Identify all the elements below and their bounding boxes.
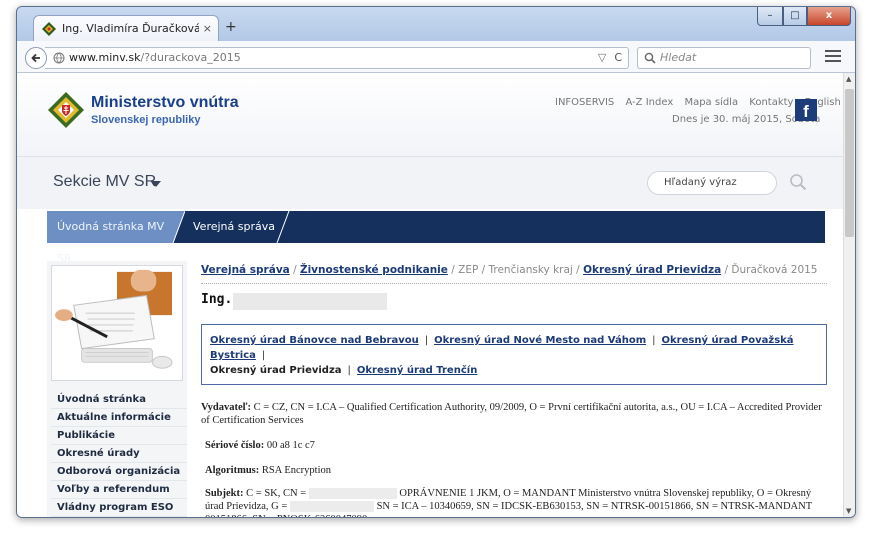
browser-tab[interactable]: Ing. Vladimíra Ďuračková, ... × — [33, 15, 219, 41]
redacted-g — [289, 501, 374, 513]
url-domain: www.minv.sk — [69, 51, 141, 64]
sidebar-menu: Úvodná stránka Aktuálne informácie Publi… — [51, 391, 187, 517]
vydavatel-field: Vydavateľ: C = CZ, CN = I.CA – Qualified… — [201, 401, 827, 427]
subjekt-part1: C = SK, CN = — [246, 488, 307, 499]
browser-window: Ing. Vladimíra Ďuračková, ... × + – □ x … — [16, 6, 856, 518]
main-content: Verejná správa / Živnostenské podnikanie… — [201, 261, 827, 517]
redacted-cn — [308, 488, 397, 500]
globe-icon — [53, 52, 65, 64]
breadcrumb-verejna-sprava[interactable]: Verejná správa — [201, 264, 290, 276]
office-current: Okresný úrad Prievidza — [210, 365, 342, 376]
navigation-bar: www.minv.sk/?durackova_2015 ▽ C Hledat — [17, 41, 855, 73]
sidebar-item-publikacie[interactable]: Publikácie — [51, 427, 187, 445]
breadcrumb-ou-prievidza[interactable]: Okresný úrad Prievidza — [583, 264, 721, 276]
redacted-name — [233, 293, 387, 310]
sidebar-item-aktualne-informacie[interactable]: Aktuálne informácie — [51, 409, 187, 427]
subjekt-field: Subjekt: C = SK, CN = OPRÁVNENIE 1 JKM, … — [201, 487, 827, 517]
close-window-button[interactable]: x — [807, 7, 851, 26]
nav-separator-icon — [276, 211, 290, 243]
sidebar-item-okresne-urady[interactable]: Okresné úrady — [51, 445, 187, 463]
seriove-label: Sériové číslo: — [205, 440, 265, 451]
office-link-nove-mesto[interactable]: Okresný úrad Nové Mesto nad Váhom — [434, 335, 646, 346]
url-right-controls: ▽ C — [598, 48, 622, 68]
page-title: Ing. — [201, 292, 827, 310]
nav-separator-icon — [165, 211, 185, 243]
sidebar-item-volby[interactable]: Voľby a referendum — [51, 481, 187, 499]
subjekt-label: Subjekt: — [205, 488, 244, 499]
name-prefix: Ing. — [201, 292, 233, 307]
ministry-subtitle: Slovenskej republiky — [91, 114, 201, 126]
url-bar[interactable]: www.minv.sk/?durackova_2015 ▽ C — [45, 47, 629, 69]
office-link-trencin[interactable]: Okresný úrad Trenčín — [357, 365, 477, 376]
breadcrumb-zep: ZEP — [458, 264, 479, 276]
breadcrumb: Verejná správa / Živnostenské podnikanie… — [201, 264, 818, 276]
vydavatel-label: Vydavateľ: — [201, 402, 252, 413]
link-mapa-sidla[interactable]: Mapa sídla — [684, 97, 738, 108]
window-controls: – □ x — [757, 7, 851, 26]
page-scrollbar[interactable]: ▲ ▼ — [843, 73, 855, 517]
browser-search-placeholder: Hledat — [660, 51, 697, 64]
facebook-icon[interactable]: f — [795, 99, 817, 121]
menu-icon[interactable] — [825, 50, 841, 64]
minimize-button[interactable]: – — [757, 7, 783, 26]
scroll-down-icon[interactable]: ▼ — [846, 507, 851, 515]
site-search-input[interactable]: Hľadaný výraz — [647, 171, 777, 195]
sidebar: Úvodná stránka Aktuálne informácie Publi… — [47, 261, 187, 517]
ministry-title: Ministerstvo vnútra — [91, 94, 239, 111]
vydavatel-value: C = CZ, CN = I.CA – Qualified Certificat… — [201, 402, 822, 426]
scrollbar-thumb[interactable] — [845, 89, 854, 237]
tab-close-icon[interactable]: × — [203, 22, 212, 35]
url-dropdown-icon[interactable]: ▽ — [598, 51, 606, 64]
browser-search-box[interactable]: Hledat — [637, 47, 811, 69]
seriove-field: Sériové číslo: 00 a8 1c c7 — [201, 439, 827, 452]
sidebar-item-vladny-program[interactable]: Vládny program ESO — [51, 499, 187, 517]
caret-down-icon[interactable] — [151, 181, 161, 187]
tab-strip: Ing. Vladimíra Ďuračková, ... × + – □ x — [17, 7, 855, 41]
office-link-banovce[interactable]: Okresný úrad Bánovce nad Bebravou — [210, 335, 419, 346]
url-path: /?durackova_2015 — [140, 51, 241, 64]
breadcrumb-zivnostenske[interactable]: Živnostenské podnikanie — [300, 264, 448, 276]
divider — [201, 283, 827, 284]
main-nav: Úvodná stránka MV SR Verejná správa — [47, 211, 825, 265]
maximize-button[interactable]: □ — [783, 7, 807, 26]
back-button[interactable] — [25, 47, 47, 69]
search-icon — [644, 52, 656, 64]
new-tab-button[interactable]: + — [225, 19, 237, 35]
ministry-logo[interactable] — [47, 91, 85, 129]
algoritmus-value: RSA Encryption — [261, 465, 332, 476]
sekcie-bar: Sekcie MV SR Hľadaný výraz — [17, 157, 843, 209]
sidebar-item-uvodna-stranka[interactable]: Úvodná stránka — [51, 391, 187, 409]
site-header: Ministerstvo vnútra Slovenskej republiky… — [17, 73, 843, 157]
magnifier-icon[interactable] — [789, 173, 807, 191]
tab-verejna-sprava[interactable]: Verejná správa — [193, 211, 275, 243]
page-viewport: Ministerstvo vnútra Slovenskej republiky… — [17, 73, 843, 517]
tab-title: Ing. Vladimíra Ďuračková, ... — [62, 22, 199, 35]
breadcrumb-current: Ďuračková 2015 — [731, 264, 818, 276]
reload-icon[interactable]: C — [614, 51, 622, 64]
sekcie-dropdown[interactable]: Sekcie MV SR — [53, 173, 156, 191]
link-kontakty[interactable]: Kontakty — [749, 97, 793, 108]
offices-box: Okresný úrad Bánovce nad Bebravou | Okresn… — [201, 324, 827, 385]
seriove-value: 00 a8 1c c7 — [266, 440, 315, 451]
breadcrumb-kraj: Trenčiansky kraj — [488, 264, 573, 276]
scroll-up-icon[interactable]: ▲ — [846, 75, 851, 83]
coat-of-arms-icon — [42, 21, 56, 36]
algoritmus-label: Algoritmus: — [205, 465, 260, 476]
algoritmus-field: Algoritmus: RSA Encryption — [201, 464, 827, 477]
back-arrow-icon — [31, 53, 40, 63]
sidebar-illustration — [51, 265, 183, 381]
sidebar-item-odborova-organizacia[interactable]: Odborová organizácia — [51, 463, 187, 481]
tab-uvodna-stranka[interactable]: Úvodná stránka MV SR — [47, 211, 173, 265]
link-az-index[interactable]: A-Z Index — [625, 97, 673, 108]
link-infoservis[interactable]: INFOSERVIS — [555, 97, 614, 108]
